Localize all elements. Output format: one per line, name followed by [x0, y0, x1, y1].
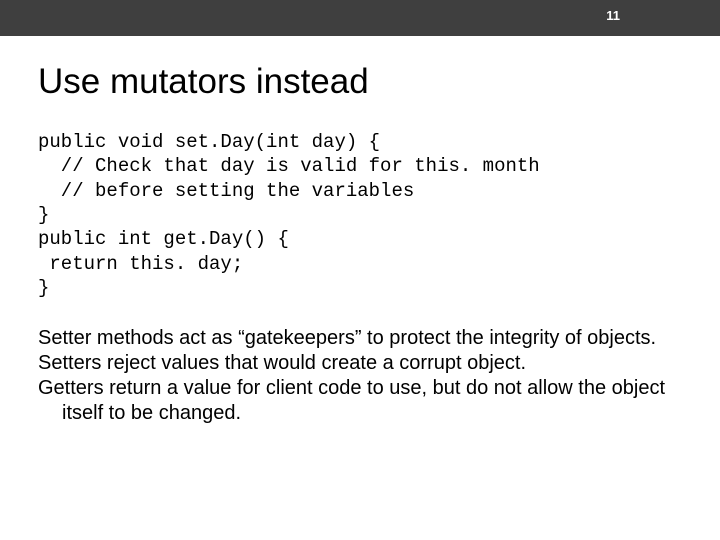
page-number: 11 — [606, 8, 620, 23]
paragraph: Getters return a value for client code t… — [38, 376, 682, 426]
code-block: public void set.Day(int day) { // Check … — [38, 130, 682, 300]
paragraph: Setter methods act as “gatekeepers” to p… — [38, 326, 682, 351]
header-bar: 11 — [0, 0, 720, 36]
body-text: Setter methods act as “gatekeepers” to p… — [38, 326, 682, 426]
paragraph: Setters reject values that would create … — [38, 351, 682, 376]
slide-title: Use mutators instead — [38, 62, 682, 102]
slide-content: Use mutators instead public void set.Day… — [0, 36, 720, 426]
